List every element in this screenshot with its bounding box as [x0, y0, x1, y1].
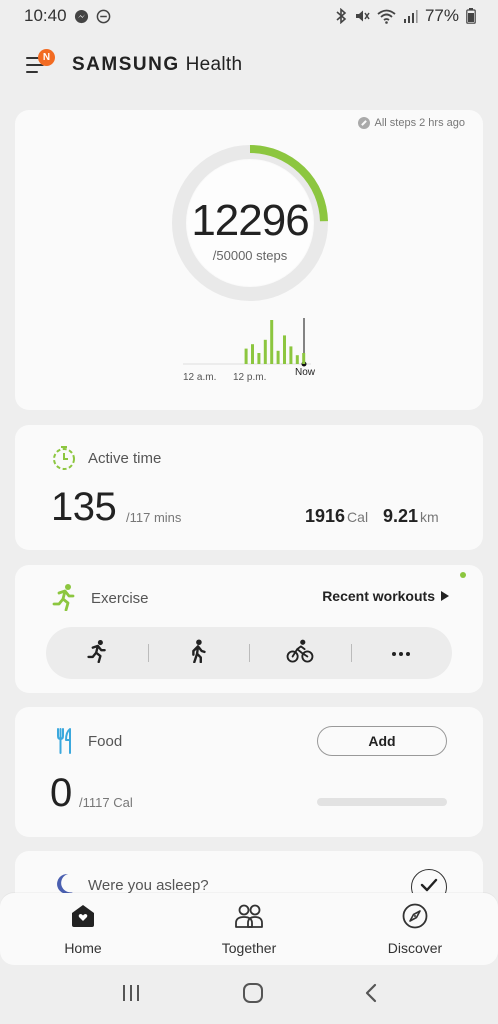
active-time-card[interactable]: Active time 135 /117 mins 1916 Cal 9.21 km — [15, 425, 483, 550]
food-card[interactable]: Food Add 0 /1117 Cal — [15, 707, 483, 837]
stopwatch-icon — [51, 445, 77, 476]
food-title: Food — [88, 733, 123, 750]
more-icon — [391, 644, 411, 662]
step-goal: /50000 steps — [212, 248, 288, 263]
more-exercises-button[interactable] — [350, 627, 453, 679]
calories-value: 1916 — [305, 506, 346, 526]
running-icon — [86, 639, 108, 668]
nav-discover[interactable]: Discover — [355, 903, 475, 956]
back-icon[interactable] — [364, 983, 378, 1008]
signal-icon — [403, 9, 418, 24]
recents-icon[interactable] — [120, 983, 142, 1008]
exercise-card[interactable]: Exercise Recent workouts — [15, 565, 483, 693]
nav-home-label: Home — [64, 939, 102, 956]
menu-button[interactable]: N — [26, 49, 55, 77]
sync-icon — [357, 117, 370, 129]
status-bar: 10:40 77% — [0, 0, 498, 32]
hourly-step-bar — [244, 348, 248, 364]
quick-exercise-bar — [46, 627, 452, 679]
hamburger-icon-bar — [26, 71, 38, 73]
food-progress-bar — [317, 798, 447, 806]
distance-value: 9.21 — [383, 506, 419, 526]
hourly-steps-bars — [183, 318, 311, 367]
hourly-step-bar — [263, 339, 267, 364]
active-minutes-goal: /117 mins — [126, 510, 182, 525]
calories-unit: Cal — [347, 509, 369, 525]
distance-stat: 9.21 km — [383, 506, 439, 527]
new-indicator-dot — [460, 572, 466, 578]
cycling-button[interactable] — [249, 627, 351, 679]
hourly-step-bar — [257, 353, 261, 364]
sleep-question: Were you asleep? — [88, 877, 209, 894]
fork-knife-icon — [55, 728, 75, 759]
walking-button[interactable] — [147, 627, 250, 679]
mute-icon — [354, 8, 370, 24]
bottom-navigation: Home Together Discover — [0, 893, 498, 965]
axis-label-12am: 12 a.m. — [183, 372, 217, 383]
wifi-icon — [377, 9, 396, 24]
hourly-step-bar — [283, 335, 286, 364]
hourly-step-bar — [289, 346, 293, 364]
axis-label-12pm: 12 p.m. — [233, 372, 267, 383]
nav-together[interactable]: Together — [189, 903, 309, 956]
recent-workouts-link[interactable]: Recent workouts — [322, 588, 449, 604]
people-icon — [234, 903, 264, 934]
exercise-runner-icon — [51, 583, 77, 616]
nav-together-label: Together — [221, 939, 277, 956]
app-title: SAMSUNG Health — [72, 54, 242, 76]
steps-ring: 12296 /50000 steps — [169, 142, 331, 304]
running-button[interactable] — [46, 627, 148, 679]
last-sync-text: All steps 2 hrs ago — [374, 117, 466, 129]
active-time-title: Active time — [88, 450, 162, 467]
home-icon — [70, 903, 96, 934]
brand-samsung: SAMSUNG — [72, 54, 180, 75]
recent-workouts-label: Recent workouts — [322, 588, 435, 604]
status-right: 77% — [335, 6, 476, 26]
last-sync: All steps 2 hrs ago — [357, 117, 466, 129]
walking-icon — [189, 638, 207, 668]
play-arrow-icon — [441, 591, 449, 601]
battery-icon — [466, 8, 476, 24]
steps-card[interactable]: All steps 2 hrs ago 12296 /50000 steps 1… — [15, 110, 483, 410]
calories-stat: 1916 Cal — [305, 506, 368, 527]
hourly-steps-chart: 12 a.m. 12 p.m. Now — [183, 318, 323, 388]
compass-icon — [402, 903, 428, 934]
status-left: 10:40 — [24, 6, 111, 26]
bluetooth-icon — [335, 8, 347, 24]
hourly-step-bar — [302, 353, 306, 364]
nav-discover-label: Discover — [387, 939, 443, 956]
status-time: 10:40 — [24, 6, 67, 25]
hourly-step-bar — [276, 350, 280, 364]
food-calories: 0 — [50, 771, 72, 815]
cycling-icon — [286, 639, 314, 668]
active-minutes: 135 — [51, 485, 117, 529]
dnd-icon — [96, 9, 111, 24]
hourly-step-bar — [251, 344, 254, 364]
hourly-step-bar — [295, 355, 299, 364]
hourly-step-bar — [270, 320, 274, 364]
step-count: 12296 — [191, 196, 309, 245]
add-food-button[interactable]: Add — [317, 726, 447, 756]
system-navigation-bar — [0, 966, 498, 1024]
notification-badge: N — [38, 49, 55, 66]
food-calories-goal: /1117 Cal — [79, 795, 133, 810]
exercise-title: Exercise — [91, 590, 149, 607]
home-circle-icon[interactable] — [242, 982, 264, 1009]
axis-label-now: Now — [295, 367, 316, 378]
distance-unit: km — [420, 509, 439, 525]
nav-home[interactable]: Home — [23, 903, 143, 956]
app-header: N SAMSUNG Health — [0, 40, 498, 90]
brand-health: Health — [185, 54, 243, 75]
battery-percent: 77% — [424, 6, 459, 25]
messenger-icon — [74, 9, 89, 24]
